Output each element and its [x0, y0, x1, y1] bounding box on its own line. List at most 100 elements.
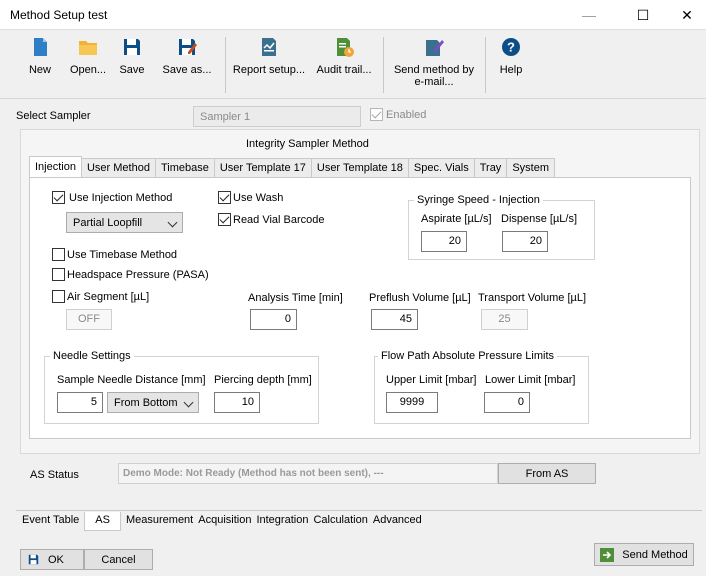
upper-limit-label: Upper Limit [mbar] [386, 374, 477, 386]
close-button[interactable]: ✕ [664, 0, 706, 30]
tab-user-template-18[interactable]: User Template 18 [310, 158, 409, 177]
use-wash-checkbox[interactable]: Use Wash [218, 191, 283, 204]
tab-tray[interactable]: Tray [473, 158, 508, 177]
use-timebase-check-box[interactable] [52, 248, 65, 261]
report-icon [262, 38, 276, 56]
save-label: Save [119, 64, 145, 76]
flow-path-title: Flow Path Absolute Pressure Limits [378, 350, 558, 362]
send-email-button[interactable]: Send method by e-mail... [392, 31, 476, 97]
tab-event-table[interactable]: Event Table [18, 514, 84, 531]
needle-settings-group [44, 356, 319, 424]
lower-limit-input[interactable]: 0 [484, 392, 530, 413]
send-email-label-line1: Send method by [393, 64, 475, 76]
title-bar: Method Setup test — ☐ ✕ [0, 0, 706, 30]
report-setup-button[interactable]: Report setup... [232, 31, 306, 97]
needle-distance-label: Sample Needle Distance [mm] [57, 374, 206, 386]
save-as-label: Save as... [162, 64, 212, 76]
window-title: Method Setup test [10, 8, 108, 22]
save-button[interactable]: Save [112, 31, 152, 97]
piercing-depth-label: Piercing depth [mm] [214, 374, 312, 386]
from-as-button[interactable]: From AS [498, 463, 596, 484]
transport-input[interactable]: 25 [481, 309, 528, 330]
send-method-button[interactable]: Send Method [594, 543, 694, 566]
tab-measurement[interactable]: Measurement [121, 514, 198, 531]
piercing-depth-input[interactable]: 10 [214, 392, 260, 413]
needle-reference-value: From Bottom [114, 396, 178, 409]
use-timebase-checkbox[interactable]: Use Timebase Method [52, 248, 177, 261]
air-segment-label: Air Segment [µL] [67, 290, 150, 303]
air-segment-check-box[interactable] [52, 290, 65, 303]
tab-injection[interactable]: Injection [29, 156, 82, 177]
sampler-select-value: Sampler 1 [200, 110, 251, 123]
tab-as[interactable]: AS [84, 512, 121, 531]
save-as-icon [179, 39, 197, 55]
open-button[interactable]: Open... [64, 31, 112, 97]
audit-trail-icon [337, 38, 354, 57]
tab-system[interactable]: System [506, 158, 555, 177]
enabled-label: Enabled [386, 108, 427, 121]
ok-button[interactable]: OK [20, 549, 84, 570]
dispense-input[interactable]: 20 [502, 231, 548, 252]
analysis-time-input[interactable]: 0 [250, 309, 297, 330]
tab-acquisition[interactable]: Acquisition [198, 514, 256, 531]
air-segment-input[interactable]: OFF [66, 309, 112, 330]
aspirate-input[interactable]: 20 [421, 231, 467, 252]
method-title: Integrity Sampler Method [246, 138, 369, 150]
save-as-button[interactable]: Save as... [158, 31, 216, 97]
chevron-down-icon [167, 217, 178, 228]
tab-advanced[interactable]: Advanced [373, 514, 427, 531]
headspace-checkbox[interactable]: Headspace Pressure (PASA) [52, 268, 209, 281]
read-vial-barcode-check-box[interactable] [218, 213, 231, 226]
help-icon: ? [502, 38, 520, 56]
analysis-time-label: Analysis Time [min] [248, 292, 343, 304]
tab-integration[interactable]: Integration [256, 514, 313, 531]
enabled-check-box[interactable] [370, 108, 383, 121]
injection-mode-select[interactable]: Partial Loopfill [66, 212, 183, 233]
help-button[interactable]: ? Help [494, 31, 528, 97]
preflush-input[interactable]: 45 [371, 309, 418, 330]
toolbar-separator [485, 37, 486, 93]
as-status-text: Demo Mode: Not Ready (Method has not bee… [118, 463, 498, 484]
maximize-button[interactable]: ☐ [620, 0, 666, 30]
transport-label: Transport Volume [µL] [478, 292, 587, 304]
enabled-checkbox[interactable]: Enabled [370, 108, 426, 121]
use-wash-check-box[interactable] [218, 191, 231, 204]
tab-timebase[interactable]: Timebase [154, 158, 215, 177]
toolbar-separator [225, 37, 226, 93]
injection-mode-value: Partial Loopfill [73, 216, 143, 229]
aspirate-label: Aspirate [µL/s] [421, 213, 492, 225]
method-tabs: Injection User Method Timebase User Temp… [29, 156, 555, 178]
tab-user-template-17[interactable]: User Template 17 [213, 158, 312, 177]
upper-limit-input[interactable]: 9999 [386, 392, 438, 413]
preflush-label: Preflush Volume [µL] [369, 292, 471, 304]
tab-calculation[interactable]: Calculation [313, 514, 372, 531]
lower-limit-label: Lower Limit [mbar] [485, 374, 576, 386]
bottom-tabs-divider [16, 510, 702, 511]
flow-path-group [374, 356, 589, 424]
cancel-button[interactable]: Cancel [84, 549, 153, 570]
tab-user-method[interactable]: User Method [80, 158, 156, 177]
headspace-label: Headspace Pressure (PASA) [67, 268, 209, 281]
new-button[interactable]: New [20, 31, 60, 97]
email-icon [426, 40, 444, 56]
audit-trail-button[interactable]: Audit trail... [316, 31, 372, 97]
as-status-label: AS Status [30, 469, 79, 481]
headspace-check-box[interactable] [52, 268, 65, 281]
toolbar-separator [383, 37, 384, 93]
sampler-select[interactable]: Sampler 1 [193, 106, 361, 127]
read-vial-barcode-checkbox[interactable]: Read Vial Barcode [218, 213, 325, 226]
new-file-icon [34, 38, 47, 56]
tab-spec-vials[interactable]: Spec. Vials [407, 158, 475, 177]
new-label: New [28, 64, 51, 76]
needle-distance-input[interactable]: 5 [57, 392, 103, 413]
floppy-disk-icon [28, 554, 39, 565]
use-injection-method-checkbox[interactable]: Use Injection Method [52, 191, 172, 204]
needle-settings-title: Needle Settings [50, 350, 134, 362]
use-injection-method-check-box[interactable] [52, 191, 65, 204]
use-injection-method-label: Use Injection Method [69, 191, 173, 204]
air-segment-checkbox[interactable]: Air Segment [µL] [52, 290, 149, 303]
minimize-button[interactable]: — [566, 0, 612, 30]
needle-reference-select[interactable]: From Bottom [107, 392, 199, 413]
syringe-speed-title: Syringe Speed - Injection [414, 194, 543, 206]
dispense-label: Dispense [µL/s] [501, 213, 578, 225]
